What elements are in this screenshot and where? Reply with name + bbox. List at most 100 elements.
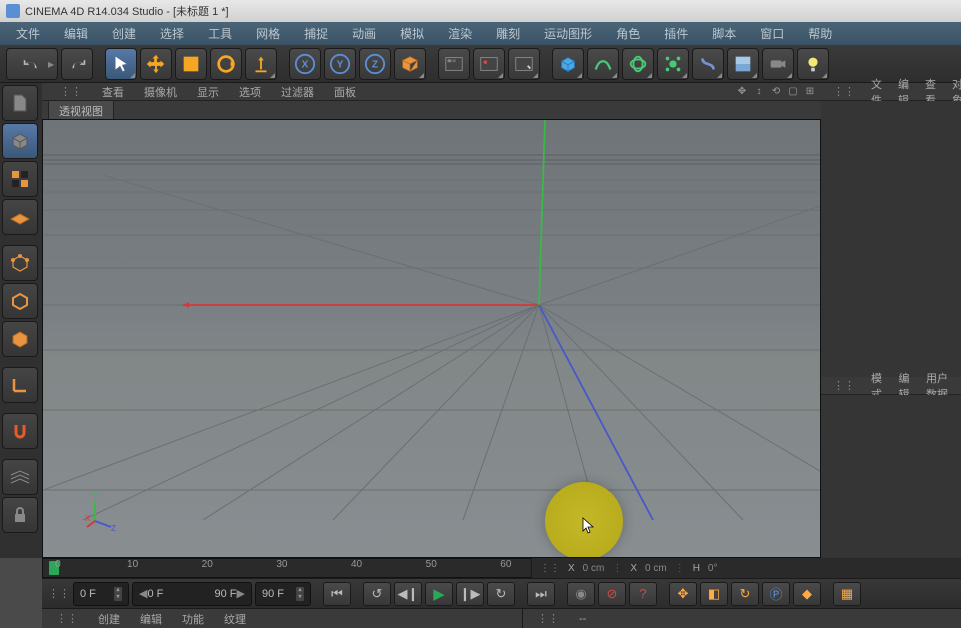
prev-frame-button[interactable]: ◀❙ [394, 582, 422, 606]
add-environment-button[interactable] [727, 48, 759, 80]
workplane-button[interactable] [2, 459, 38, 495]
coord-x-value[interactable]: 0 cm [583, 563, 605, 574]
grip-icon[interactable]: ⋮⋮ [48, 611, 86, 626]
menu-file[interactable]: 文件 [6, 22, 50, 45]
rotate-tool[interactable] [210, 48, 242, 80]
key-rot-button[interactable]: ↻ [731, 582, 759, 606]
record-button[interactable]: ◉ [567, 582, 595, 606]
menu-edit[interactable]: 编辑 [54, 22, 98, 45]
object-manager-body[interactable] [821, 101, 961, 377]
add-primitive-button[interactable] [552, 48, 584, 80]
coord-sx-value[interactable]: 0 cm [645, 563, 667, 574]
range-slider[interactable]: ◀0 F 90 F▶ [132, 582, 252, 606]
next-key-button[interactable]: ↻ [487, 582, 515, 606]
menu-script[interactable]: 脚本 [702, 22, 746, 45]
frame-start-field[interactable]: 0 F▴▾ [73, 582, 129, 606]
add-light-button[interactable] [797, 48, 829, 80]
goto-start-button[interactable]: ⏮ [323, 582, 351, 606]
workplane-mode-button[interactable] [2, 199, 38, 235]
grip-icon[interactable]: ⋮⋮ [529, 611, 567, 626]
menu-create[interactable]: 创建 [102, 22, 146, 45]
texture-mode-button[interactable] [2, 161, 38, 197]
add-nurbs-button[interactable] [622, 48, 654, 80]
menu-select[interactable]: 选择 [150, 22, 194, 45]
render-settings-button[interactable] [508, 48, 540, 80]
goto-end-button[interactable]: ⏭ [527, 582, 555, 606]
menu-sculpt[interactable]: 雕刻 [486, 22, 530, 45]
menu-animate[interactable]: 动画 [342, 22, 386, 45]
menu-plugins[interactable]: 插件 [654, 22, 698, 45]
viewport-3d[interactable]: Y X Z [42, 119, 821, 558]
menu-mesh[interactable]: 网格 [246, 22, 290, 45]
vp-nav-2-icon[interactable]: ↕ [752, 85, 766, 99]
autokey-button[interactable]: ⊘ [598, 582, 626, 606]
menu-mograph[interactable]: 运动图形 [534, 22, 602, 45]
add-generator-button[interactable] [657, 48, 689, 80]
axis-indicator: Y X Z [85, 491, 125, 531]
scale-tool[interactable] [175, 48, 207, 80]
redo-button[interactable] [61, 48, 93, 80]
render-view-button[interactable] [438, 48, 470, 80]
recent-tool[interactable] [245, 48, 277, 80]
coord-h-value[interactable]: 0° [708, 563, 718, 574]
grip-icon[interactable]: ⋮⋮ [540, 563, 560, 574]
btab-texture[interactable]: 纹理 [216, 610, 254, 628]
undo-button[interactable]: ▸ [6, 48, 58, 80]
menu-help[interactable]: 帮助 [798, 22, 842, 45]
frame-end-field[interactable]: 90 F▴▾ [255, 582, 311, 606]
lock-button[interactable] [2, 497, 38, 533]
vp-menu-display[interactable]: 显示 [189, 83, 227, 101]
vp-menu-filter[interactable]: 过滤器 [273, 83, 322, 101]
coord-system[interactable] [394, 48, 426, 80]
snap-toggle-button[interactable] [2, 413, 38, 449]
menu-render[interactable]: 渲染 [438, 22, 482, 45]
render-picture-viewer-button[interactable] [473, 48, 505, 80]
vp-nav-1-icon[interactable]: ✥ [735, 85, 749, 99]
keyframe-help-button[interactable]: ? [629, 582, 657, 606]
next-frame-button[interactable]: ❙▶ [456, 582, 484, 606]
menu-character[interactable]: 角色 [606, 22, 650, 45]
vp-menu-options[interactable]: 选项 [231, 83, 269, 101]
y-axis-lock[interactable]: Y [324, 48, 356, 80]
polygon-mode-button[interactable] [2, 321, 38, 357]
add-camera-button[interactable] [762, 48, 794, 80]
viewport-tab-perspective[interactable]: 透视视图 [48, 100, 114, 121]
menu-snap[interactable]: 捕捉 [294, 22, 338, 45]
vp-menu-view[interactable]: 查看 [94, 83, 132, 101]
move-tool[interactable] [140, 48, 172, 80]
vp-menu-camera[interactable]: 摄像机 [136, 83, 185, 101]
attribute-manager-body[interactable] [821, 395, 961, 558]
menu-tools[interactable]: 工具 [198, 22, 242, 45]
grip-icon[interactable]: ⋮⋮ [52, 84, 90, 99]
vp-nav-3-icon[interactable]: ⟲ [769, 85, 783, 99]
menu-window[interactable]: 窗口 [750, 22, 794, 45]
btab-create[interactable]: 创建 [90, 610, 128, 628]
edge-mode-button[interactable] [2, 283, 38, 319]
axis-mode-button[interactable] [2, 367, 38, 403]
key-param-button[interactable]: Ⓟ [762, 582, 790, 606]
grip-icon[interactable]: ⋮⋮ [48, 587, 70, 600]
vp-menu-panel[interactable]: 面板 [326, 83, 364, 101]
grip-icon[interactable]: ⋮⋮ [827, 84, 861, 99]
btab-function[interactable]: 功能 [174, 610, 212, 628]
point-mode-button[interactable] [2, 245, 38, 281]
play-button[interactable]: ▶ [425, 582, 453, 606]
z-axis-lock[interactable]: Z [359, 48, 391, 80]
key-pos-button[interactable]: ✥ [669, 582, 697, 606]
btab-edit[interactable]: 编辑 [132, 610, 170, 628]
make-editable-button[interactable] [2, 85, 38, 121]
vp-nav-4-icon[interactable]: ▢ [786, 85, 800, 99]
grip-icon[interactable]: ⋮⋮ [827, 378, 861, 393]
live-select-tool[interactable] [105, 48, 137, 80]
model-mode-button[interactable] [2, 123, 38, 159]
key-scale-button[interactable]: ◧ [700, 582, 728, 606]
menu-simulate[interactable]: 模拟 [390, 22, 434, 45]
prev-key-button[interactable]: ↺ [363, 582, 391, 606]
add-deformer-button[interactable] [692, 48, 724, 80]
object-manager-header: ⋮⋮ 文件 编辑 查看 对象 [821, 83, 961, 101]
x-axis-lock[interactable]: X [289, 48, 321, 80]
add-spline-button[interactable] [587, 48, 619, 80]
timeline-options-button[interactable]: ▦ [833, 582, 861, 606]
key-pla-button[interactable]: ◆ [793, 582, 821, 606]
vp-nav-5-icon[interactable]: ⊞ [803, 85, 817, 99]
